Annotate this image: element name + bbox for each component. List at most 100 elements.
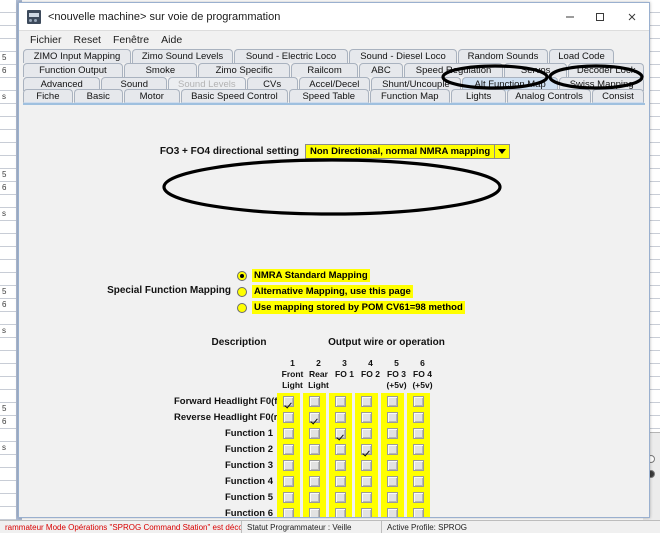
close-button[interactable] <box>615 3 649 31</box>
checkbox-r8-c5[interactable] <box>387 507 398 517</box>
checkbox-r3-c3[interactable] <box>335 427 346 439</box>
checkbox-r5-c5[interactable] <box>387 459 398 471</box>
tab-analog-controls[interactable]: Analog Controls <box>507 89 591 103</box>
grid-cell[interactable] <box>407 441 430 457</box>
grid-cell[interactable] <box>329 441 352 457</box>
checkbox-r8-c4[interactable] <box>361 507 372 517</box>
grid-cell[interactable] <box>277 393 300 409</box>
tab-abc[interactable]: ABC <box>358 63 404 77</box>
grid-cell[interactable] <box>329 409 352 425</box>
checkbox-r6-c1[interactable] <box>283 475 294 487</box>
grid-cell[interactable] <box>329 489 352 505</box>
grid-cell[interactable] <box>407 505 430 517</box>
grid-cell[interactable] <box>355 489 378 505</box>
grid-cell[interactable] <box>277 441 300 457</box>
grid-cell[interactable] <box>381 457 404 473</box>
grid-cell[interactable] <box>303 505 326 517</box>
tab-lights[interactable]: Lights <box>450 89 507 103</box>
checkbox-r4-c2[interactable] <box>309 443 320 455</box>
grid-cell[interactable] <box>277 505 300 517</box>
directional-setting-select[interactable]: Non Directional, normal NMRA mapping <box>305 144 511 159</box>
checkbox-r2-c2[interactable] <box>309 411 320 423</box>
grid-cell[interactable] <box>381 473 404 489</box>
tab-consist[interactable]: Consist <box>591 89 645 103</box>
grid-cell[interactable] <box>355 505 378 517</box>
tab-zimo-specific[interactable]: Zimo Specific <box>197 63 291 77</box>
special-mapping-option-2[interactable]: Alternative Mapping, use this page <box>237 284 465 299</box>
radio-button-icon[interactable] <box>237 270 247 281</box>
tab-function-output[interactable]: Function Output <box>23 63 123 77</box>
grid-cell[interactable] <box>355 441 378 457</box>
checkbox-r7-c2[interactable] <box>309 491 320 503</box>
radio-button-icon[interactable] <box>237 286 247 297</box>
checkbox-r2-c3[interactable] <box>335 411 346 423</box>
checkbox-r1-c2[interactable] <box>309 395 320 407</box>
checkbox-r5-c1[interactable] <box>283 459 294 471</box>
grid-cell[interactable] <box>329 425 352 441</box>
menu-item-aide[interactable]: Aide <box>155 32 188 48</box>
checkbox-r4-c1[interactable] <box>283 443 294 455</box>
tab-basic[interactable]: Basic <box>73 89 123 103</box>
checkbox-r7-c5[interactable] <box>387 491 398 503</box>
minimize-button[interactable] <box>555 3 585 31</box>
tab-random-sounds[interactable]: Random Sounds <box>458 49 548 63</box>
checkbox-r4-c6[interactable] <box>413 443 424 455</box>
grid-cell[interactable] <box>329 473 352 489</box>
menu-item-reset[interactable]: Reset <box>68 32 107 48</box>
special-mapping-option-1[interactable]: NMRA Standard Mapping <box>237 268 465 283</box>
checkbox-r4-c3[interactable] <box>335 443 346 455</box>
checkbox-r5-c3[interactable] <box>335 459 346 471</box>
tab-servos[interactable]: Servos <box>504 63 568 77</box>
checkbox-r1-c4[interactable] <box>361 395 372 407</box>
grid-cell[interactable] <box>303 489 326 505</box>
grid-cell[interactable] <box>355 473 378 489</box>
grid-cell[interactable] <box>303 393 326 409</box>
checkbox-r2-c1[interactable] <box>283 411 294 423</box>
checkbox-r3-c5[interactable] <box>387 427 398 439</box>
grid-cell[interactable] <box>381 409 404 425</box>
checkbox-r6-c3[interactable] <box>335 475 346 487</box>
checkbox-r4-c4[interactable] <box>361 443 372 455</box>
grid-cell[interactable] <box>355 409 378 425</box>
checkbox-r1-c1[interactable] <box>283 395 294 407</box>
grid-cell[interactable] <box>407 457 430 473</box>
checkbox-r3-c4[interactable] <box>361 427 372 439</box>
grid-cell[interactable] <box>329 505 352 517</box>
grid-cell[interactable] <box>407 409 430 425</box>
checkbox-r7-c1[interactable] <box>283 491 294 503</box>
checkbox-r7-c4[interactable] <box>361 491 372 503</box>
grid-cell[interactable] <box>303 457 326 473</box>
checkbox-r6-c4[interactable] <box>361 475 372 487</box>
tab-zimo-input-mapping[interactable]: ZIMO Input Mapping <box>23 49 131 63</box>
grid-cell[interactable] <box>277 409 300 425</box>
grid-cell[interactable] <box>303 473 326 489</box>
checkbox-r2-c6[interactable] <box>413 411 424 423</box>
chevron-down-icon[interactable] <box>494 145 510 158</box>
checkbox-r1-c6[interactable] <box>413 395 424 407</box>
grid-cell[interactable] <box>277 457 300 473</box>
grid-cell[interactable] <box>355 457 378 473</box>
checkbox-r7-c6[interactable] <box>413 491 424 503</box>
checkbox-r6-c6[interactable] <box>413 475 424 487</box>
tab-sound-electric-loco[interactable]: Sound - Electric Loco <box>234 49 348 63</box>
grid-cell[interactable] <box>407 473 430 489</box>
tab-motor[interactable]: Motor <box>123 89 180 103</box>
maximize-button[interactable] <box>585 3 615 31</box>
grid-cell[interactable] <box>303 441 326 457</box>
tab-smoke[interactable]: Smoke <box>123 63 197 77</box>
grid-cell[interactable] <box>381 441 404 457</box>
grid-cell[interactable] <box>407 489 430 505</box>
grid-cell[interactable] <box>277 473 300 489</box>
checkbox-r3-c2[interactable] <box>309 427 320 439</box>
checkbox-r5-c6[interactable] <box>413 459 424 471</box>
checkbox-r2-c4[interactable] <box>361 411 372 423</box>
checkbox-r1-c5[interactable] <box>387 395 398 407</box>
tab-speed-regulation[interactable]: Speed Regulation <box>404 63 504 77</box>
checkbox-r2-c5[interactable] <box>387 411 398 423</box>
checkbox-r8-c3[interactable] <box>335 507 346 517</box>
menu-item-fichier[interactable]: Fichier <box>24 32 68 48</box>
checkbox-r3-c1[interactable] <box>283 427 294 439</box>
grid-cell[interactable] <box>303 425 326 441</box>
checkbox-r5-c2[interactable] <box>309 459 320 471</box>
checkbox-r8-c1[interactable] <box>283 507 294 517</box>
